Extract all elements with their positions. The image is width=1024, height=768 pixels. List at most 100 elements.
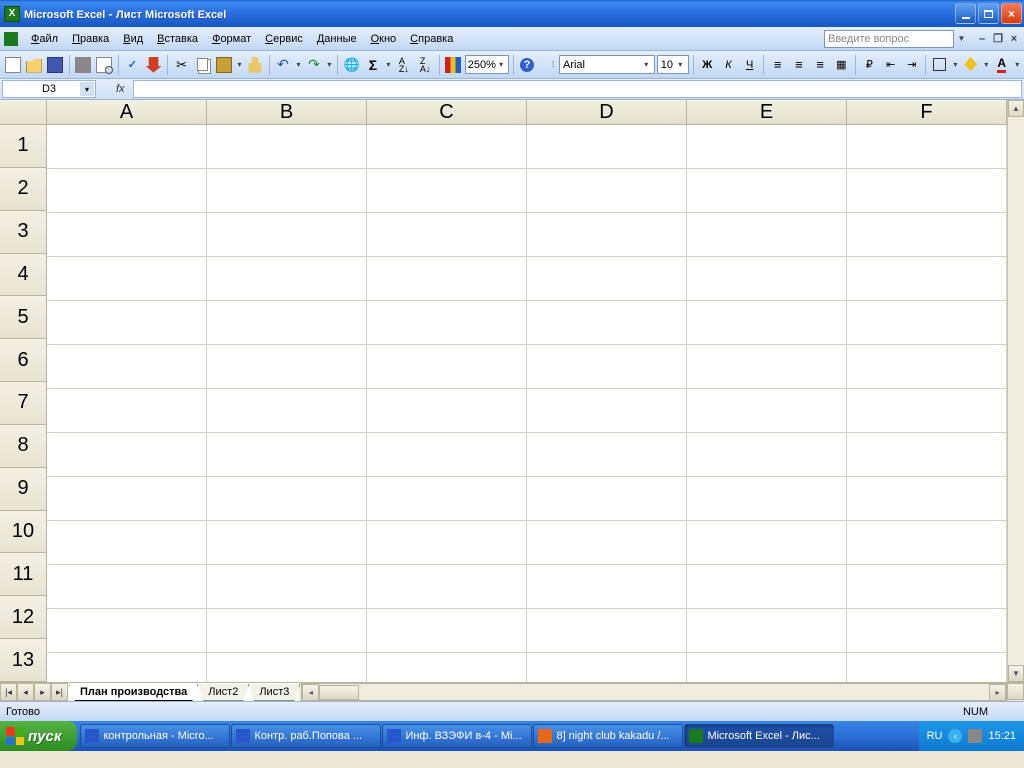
cell-E4[interactable] (687, 257, 847, 301)
sort-asc-button[interactable]: AZ↓ (394, 54, 413, 76)
cell-F12[interactable] (847, 609, 1007, 653)
cell-B1[interactable] (207, 125, 367, 169)
menu-Данные[interactable]: Данные (310, 30, 364, 48)
cell-F7[interactable] (847, 389, 1007, 433)
cell-A13[interactable] (47, 653, 207, 682)
column-header-E[interactable]: E (687, 100, 847, 125)
cell-E12[interactable] (687, 609, 847, 653)
sort-desc-button[interactable]: ZA↓ (415, 54, 434, 76)
cell-A1[interactable] (47, 125, 207, 169)
row-header-11[interactable]: 11 (0, 553, 47, 596)
cell-D2[interactable] (527, 169, 687, 213)
clock[interactable]: 15:21 (988, 730, 1016, 742)
cell-E9[interactable] (687, 477, 847, 521)
cell-F1[interactable] (847, 125, 1007, 169)
cell-C12[interactable] (367, 609, 527, 653)
menu-Сервис[interactable]: Сервис (258, 30, 310, 48)
hyperlink-button[interactable]: 🌐 (342, 54, 361, 76)
align-center-button[interactable]: ≡ (789, 54, 808, 76)
cell-B5[interactable] (207, 301, 367, 345)
research-button[interactable] (144, 54, 163, 76)
row-header-12[interactable]: 12 (0, 596, 47, 639)
dropdown-icon[interactable]: ▾ (385, 60, 393, 69)
column-header-D[interactable]: D (527, 100, 687, 125)
close-button[interactable]: × (1001, 3, 1022, 24)
start-button[interactable]: пуск (0, 721, 77, 751)
cell-B2[interactable] (207, 169, 367, 213)
row-header-13[interactable]: 13 (0, 639, 47, 682)
row-header-9[interactable]: 9 (0, 468, 47, 511)
taskbar-task[interactable]: Microsoft Excel - Лис... (684, 724, 834, 748)
cell-E5[interactable] (687, 301, 847, 345)
cell-F4[interactable] (847, 257, 1007, 301)
doc-minimize-button[interactable]: – (975, 32, 989, 46)
row-header-10[interactable]: 10 (0, 511, 47, 554)
cell-C5[interactable] (367, 301, 527, 345)
cell-F8[interactable] (847, 433, 1007, 477)
cell-B10[interactable] (207, 521, 367, 565)
taskbar-task[interactable]: контрольная - Micro... (80, 724, 230, 748)
dropdown-icon[interactable]: ▾ (951, 60, 959, 69)
row-header-6[interactable]: 6 (0, 339, 47, 382)
taskbar-task[interactable]: Инф. ВЗЭФИ в-4 - Mi... (382, 724, 532, 748)
column-header-C[interactable]: C (367, 100, 527, 125)
print-button[interactable] (73, 54, 92, 76)
next-sheet-button[interactable]: ▸ (34, 683, 51, 701)
bold-button[interactable]: Ж (698, 54, 717, 76)
chart-wizard-button[interactable] (444, 54, 463, 76)
dropdown-icon[interactable]: ▾ (982, 60, 990, 69)
cell-D13[interactable] (527, 653, 687, 682)
cell-F13[interactable] (847, 653, 1007, 682)
cell-A7[interactable] (47, 389, 207, 433)
cell-C7[interactable] (367, 389, 527, 433)
cell-B7[interactable] (207, 389, 367, 433)
cell-F11[interactable] (847, 565, 1007, 609)
cell-F2[interactable] (847, 169, 1007, 213)
first-sheet-button[interactable]: |◂ (0, 683, 17, 701)
tray-icon[interactable]: ‹ (948, 729, 962, 743)
cell-B4[interactable] (207, 257, 367, 301)
horizontal-scrollbar[interactable]: ◂ ▸ (301, 683, 1007, 701)
toolbar-grip-icon[interactable]: ⁞ (549, 60, 557, 69)
cell-B8[interactable] (207, 433, 367, 477)
align-right-button[interactable]: ≡ (811, 54, 830, 76)
row-header-8[interactable]: 8 (0, 425, 47, 468)
cell-E11[interactable] (687, 565, 847, 609)
new-button[interactable] (3, 54, 22, 76)
tray-icon[interactable] (968, 729, 982, 743)
menu-Справка[interactable]: Справка (403, 30, 460, 48)
font-select[interactable]: Arial▾ (559, 55, 655, 74)
cell-B3[interactable] (207, 213, 367, 257)
cell-B11[interactable] (207, 565, 367, 609)
cell-A3[interactable] (47, 213, 207, 257)
save-button[interactable] (45, 54, 64, 76)
paste-button[interactable] (214, 54, 233, 76)
help-button[interactable]: ? (517, 54, 536, 76)
cell-C1[interactable] (367, 125, 527, 169)
cell-D6[interactable] (527, 345, 687, 389)
row-header-4[interactable]: 4 (0, 254, 47, 297)
fill-color-button[interactable] (961, 54, 980, 76)
cell-A12[interactable] (47, 609, 207, 653)
menu-Вид[interactable]: Вид (116, 30, 150, 48)
cell-E3[interactable] (687, 213, 847, 257)
taskbar-task[interactable]: Контр. раб.Попова ... (231, 724, 381, 748)
sheet-tab[interactable]: Лист2 (197, 684, 249, 701)
cell-D4[interactable] (527, 257, 687, 301)
cell-A4[interactable] (47, 257, 207, 301)
dropdown-icon[interactable]: ▼ (957, 34, 966, 43)
doc-close-button[interactable]: × (1007, 32, 1021, 46)
cell-B12[interactable] (207, 609, 367, 653)
row-header-2[interactable]: 2 (0, 168, 47, 211)
scroll-up-icon[interactable]: ▲ (1008, 100, 1024, 117)
italic-button[interactable]: К (719, 54, 738, 76)
cell-C8[interactable] (367, 433, 527, 477)
cell-B13[interactable] (207, 653, 367, 682)
currency-button[interactable]: ₽ (860, 54, 879, 76)
cell-F10[interactable] (847, 521, 1007, 565)
open-button[interactable] (24, 54, 43, 76)
name-box[interactable]: D3 ▾ (2, 80, 96, 98)
row-header-3[interactable]: 3 (0, 211, 47, 254)
scroll-right-icon[interactable]: ▸ (989, 684, 1006, 701)
sheet-tab[interactable]: Лист3 (248, 684, 300, 701)
